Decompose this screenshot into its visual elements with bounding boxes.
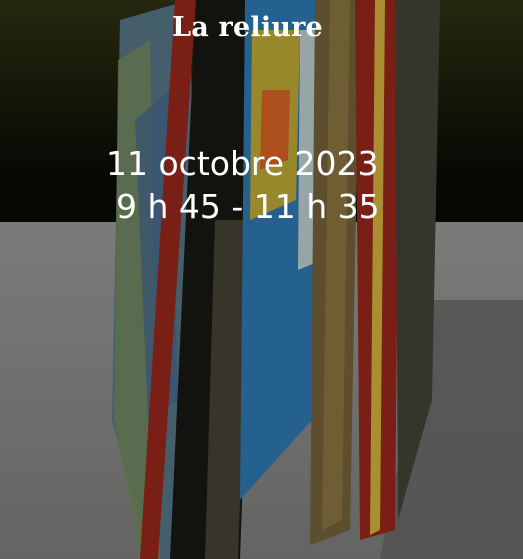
event-slide: La reliure 11 octobre 2023 9 h 45 - 11 h… [0,0,523,559]
event-date: 11 octobre 2023 [106,144,379,183]
dim-overlay [0,0,523,559]
event-time: 9 h 45 - 11 h 35 [116,187,380,226]
event-title: La reliure [172,12,323,43]
